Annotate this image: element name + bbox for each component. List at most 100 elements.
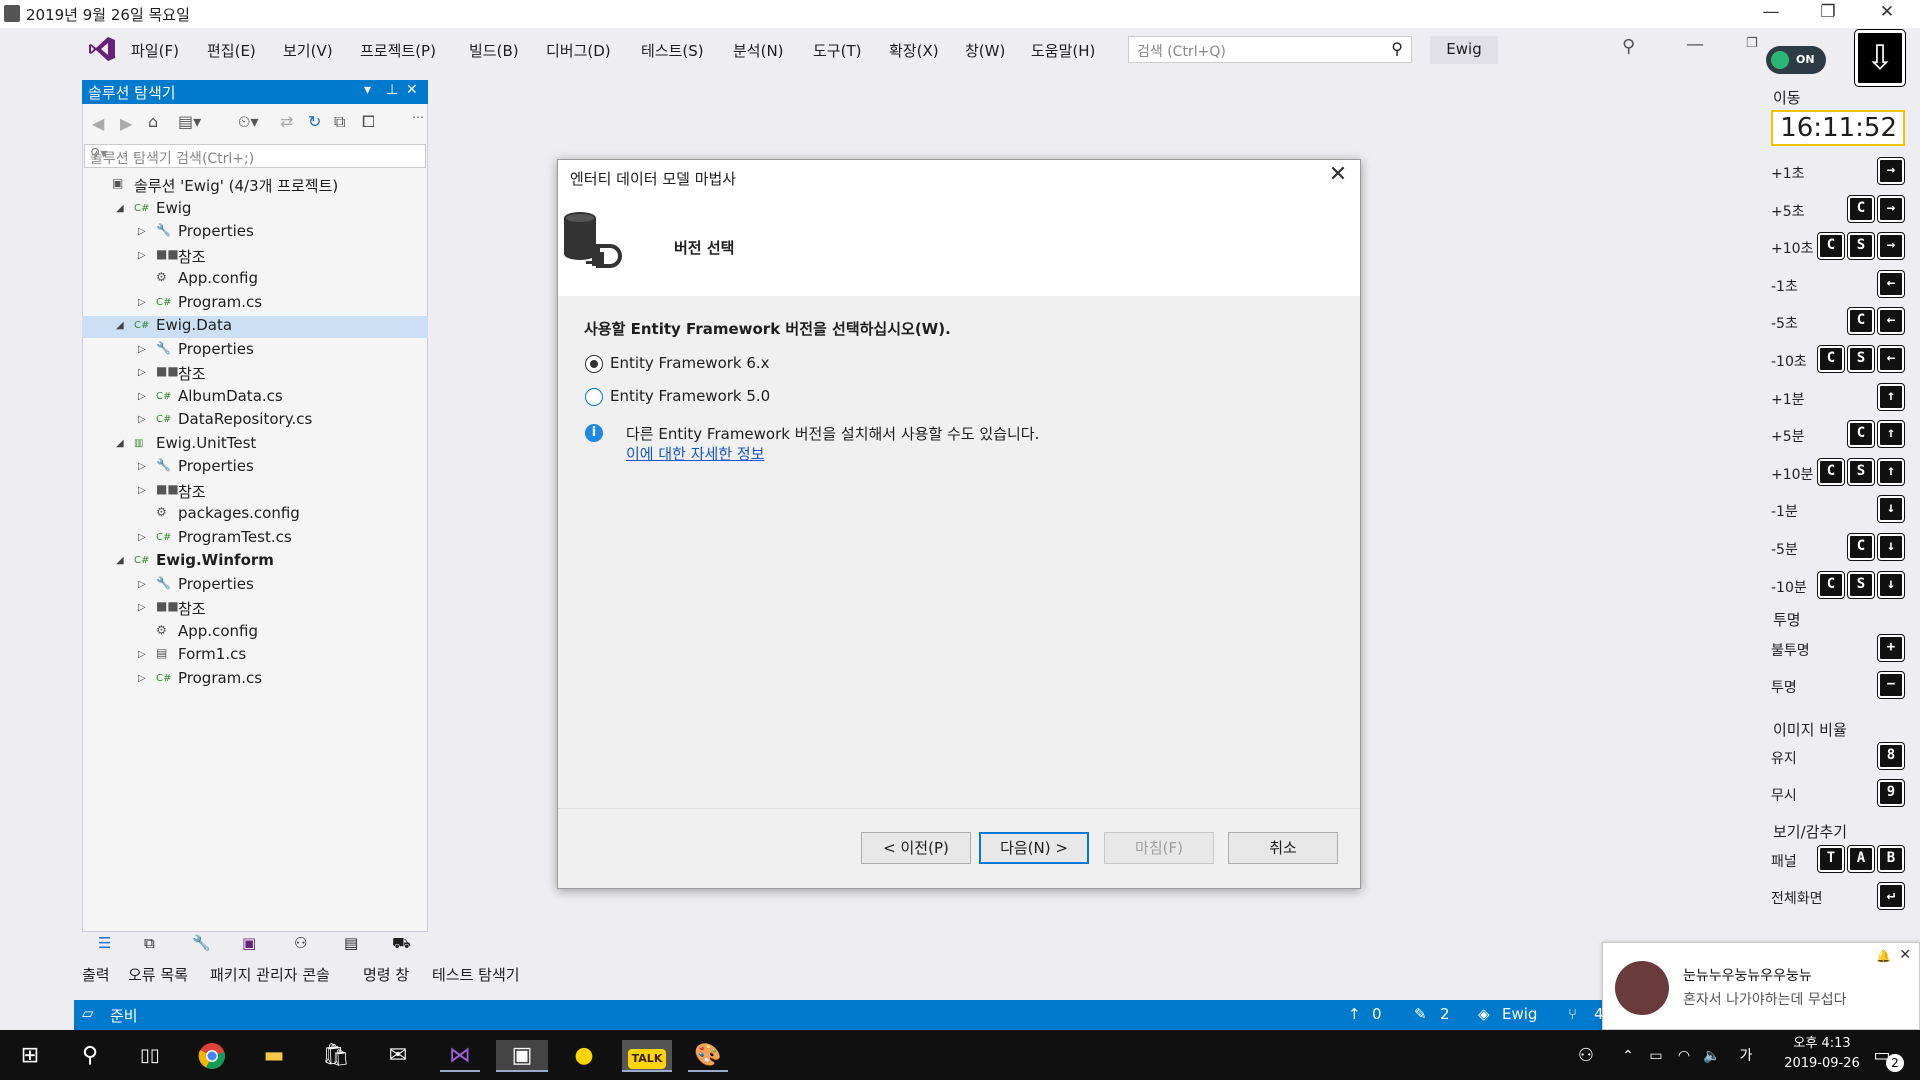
collapse-arrow-icon[interactable]: ◢ (116, 555, 124, 566)
store-icon[interactable]: 🛍 (316, 1040, 356, 1072)
shortcut-key[interactable]: ↵ (1877, 882, 1905, 910)
shortcut-key[interactable]: ↑ (1877, 420, 1905, 449)
windows-start-icon[interactable]: ⊞ (10, 1040, 50, 1072)
shortcut-key[interactable]: → (1877, 232, 1905, 261)
pin-arrow-button[interactable]: ⇩ (1854, 29, 1906, 87)
shortcut-key[interactable]: + (1877, 634, 1905, 662)
shortcut-key[interactable]: C (1847, 420, 1875, 449)
radio-ef5-label[interactable]: Entity Framework 5.0 (610, 387, 770, 405)
tree-node[interactable]: ▷ C# AlbumData.cs (82, 387, 428, 409)
bell-icon[interactable]: 🔔 (1876, 949, 1891, 963)
expand-arrow-icon[interactable]: ▷ (138, 461, 146, 472)
switch-views-icon[interactable]: ▤▾ (178, 112, 201, 131)
shortcut-key[interactable]: → (1877, 157, 1905, 185)
shortcut-key[interactable]: C (1817, 570, 1845, 599)
expand-arrow-icon[interactable]: ▷ (138, 602, 146, 613)
tree-node[interactable]: ▷ C# Program.cs (82, 293, 428, 315)
tree-node[interactable]: ▣ 솔루션 'Ewig' (4/3개 프로젝트) (82, 175, 428, 197)
shortcut-key[interactable]: ↓ (1877, 570, 1905, 599)
tab-package-manager-console[interactable]: 패키지 관리자 콘솔 (210, 964, 330, 985)
tree-node[interactable]: ▷ C# DataRepository.cs (82, 410, 428, 432)
menu-extensions[interactable]: 확장(X) (889, 40, 939, 61)
pin-icon[interactable]: ⊥ (386, 82, 398, 98)
expand-arrow-icon[interactable]: ▷ (138, 414, 146, 425)
shortcut-key[interactable]: B (1877, 845, 1905, 873)
people-icon[interactable]: ⚇ (1566, 1040, 1606, 1072)
menu-tools[interactable]: 도구(T) (813, 40, 861, 61)
unpushed-count[interactable]: 0 (1372, 1005, 1382, 1023)
ide-restore-icon[interactable]: ❐ (1746, 36, 1758, 51)
expand-arrow-icon[interactable]: ▷ (138, 391, 146, 402)
expand-arrow-icon[interactable]: ▷ (138, 673, 146, 684)
shortcut-key[interactable]: ↓ (1877, 533, 1905, 561)
repo-icon[interactable]: ◈ (1478, 1005, 1490, 1023)
chrome-icon[interactable] (192, 1040, 232, 1072)
radio-ef5[interactable] (585, 388, 603, 406)
tree-node[interactable]: ▷ ■■ 참조 (82, 481, 428, 503)
pending-changes-icon[interactable]: ⏲▾ (238, 112, 259, 132)
up-arrow-icon[interactable]: ↑ (1348, 1005, 1361, 1023)
file-explorer-icon[interactable]: ▬ (254, 1040, 294, 1072)
shortcut-key[interactable]: ↑ (1877, 457, 1905, 486)
close-icon[interactable]: ✕ (1899, 947, 1911, 963)
menu-build[interactable]: 빌드(B) (469, 40, 519, 61)
shortcut-key[interactable]: S (1847, 232, 1875, 261)
solution-explorer-search[interactable]: 솔루션 탐색기 검색(Ctrl+;) ⚲▾ (84, 144, 426, 168)
server-explorer-icon[interactable]: ▤ (344, 934, 358, 952)
tree-node[interactable]: ◢ ▥ Ewig.UnitTest (82, 434, 428, 456)
changes-count[interactable]: 2 (1440, 1005, 1450, 1023)
close-panel-icon[interactable]: ✕ (406, 82, 418, 98)
branch-icon[interactable]: ⑂ (1568, 1005, 1577, 1023)
close-button[interactable]: ✕ (1872, 2, 1902, 22)
back-button[interactable]: < 이전(P) (861, 832, 971, 864)
visual-studio-taskbar-icon[interactable]: ⋈ (440, 1040, 480, 1072)
tree-node[interactable]: ⚙ packages.config (82, 504, 428, 526)
error-list-icon[interactable]: ⧉ (144, 934, 155, 952)
quick-launch-search[interactable]: 검색 (Ctrl+Q) ⚲ (1128, 36, 1412, 63)
menu-debug[interactable]: 디버그(D) (546, 40, 611, 61)
yellow-circle-icon[interactable]: ● (564, 1040, 604, 1072)
shortcut-key[interactable]: C (1847, 307, 1875, 336)
properties-icon[interactable]: 🔧 (192, 934, 211, 952)
home-icon[interactable]: ⌂ (148, 112, 158, 131)
shortcut-key[interactable]: S (1847, 570, 1875, 599)
tree-node[interactable]: ▷ 🔧 Properties (82, 457, 428, 479)
cancel-button[interactable]: 취소 (1228, 832, 1338, 864)
collapse-arrow-icon[interactable]: ◢ (116, 320, 124, 331)
sync-icon[interactable]: ⇄ (280, 112, 293, 131)
expand-arrow-icon[interactable]: ▷ (138, 649, 146, 660)
menu-help[interactable]: 도움말(H) (1031, 40, 1095, 61)
kakaotalk-icon[interactable]: TALK (622, 1040, 672, 1072)
restore-button[interactable]: ❐ (1813, 2, 1843, 22)
expand-arrow-icon[interactable]: ▷ (138, 532, 146, 543)
menu-window[interactable]: 창(W) (965, 40, 1005, 61)
toolbox-icon[interactable]: ⛟ (392, 934, 411, 954)
expand-arrow-icon[interactable]: ▷ (138, 297, 146, 308)
team-explorer-icon[interactable]: ⚇ (294, 934, 307, 952)
pencil-icon[interactable]: ✎ (1414, 1005, 1427, 1023)
shortcut-key[interactable]: 8 (1877, 742, 1905, 770)
expand-arrow-icon[interactable]: ▷ (138, 226, 146, 237)
shortcut-key[interactable]: ← (1877, 345, 1905, 373)
expand-arrow-icon[interactable]: ▷ (138, 250, 146, 261)
refresh-icon[interactable]: ↻ (308, 112, 321, 131)
shortcut-key[interactable]: ← (1877, 307, 1905, 336)
menu-test[interactable]: 테스트(S) (641, 40, 704, 61)
more-info-link[interactable]: 이에 대한 자세한 정보 (626, 443, 765, 464)
shortcut-key[interactable]: C (1817, 232, 1845, 261)
search-icon[interactable]: ⚲ (70, 1040, 110, 1072)
shortcut-key[interactable]: ↑ (1877, 382, 1905, 411)
shortcut-key[interactable]: → (1877, 194, 1905, 223)
tree-node[interactable]: ▷ ■■ 참조 (82, 598, 428, 620)
shortcut-key[interactable]: 9 (1877, 779, 1905, 807)
taskbar-clock[interactable]: 오후 4:13 2019-09-26 (1762, 1034, 1882, 1074)
shortcut-key[interactable]: C (1817, 457, 1845, 486)
collapse-arrow-icon[interactable]: ◢ (116, 438, 124, 449)
shortcut-key[interactable]: ↓ (1877, 495, 1905, 524)
menu-edit[interactable]: 편집(E) (207, 40, 256, 61)
minimize-button[interactable]: — (1756, 2, 1786, 22)
forward-icon[interactable]: ▶ (120, 114, 132, 133)
tab-command-window[interactable]: 명령 창 (363, 964, 409, 985)
expand-arrow-icon[interactable]: ▷ (138, 367, 146, 378)
expand-arrow-icon[interactable]: ▷ (138, 579, 146, 590)
